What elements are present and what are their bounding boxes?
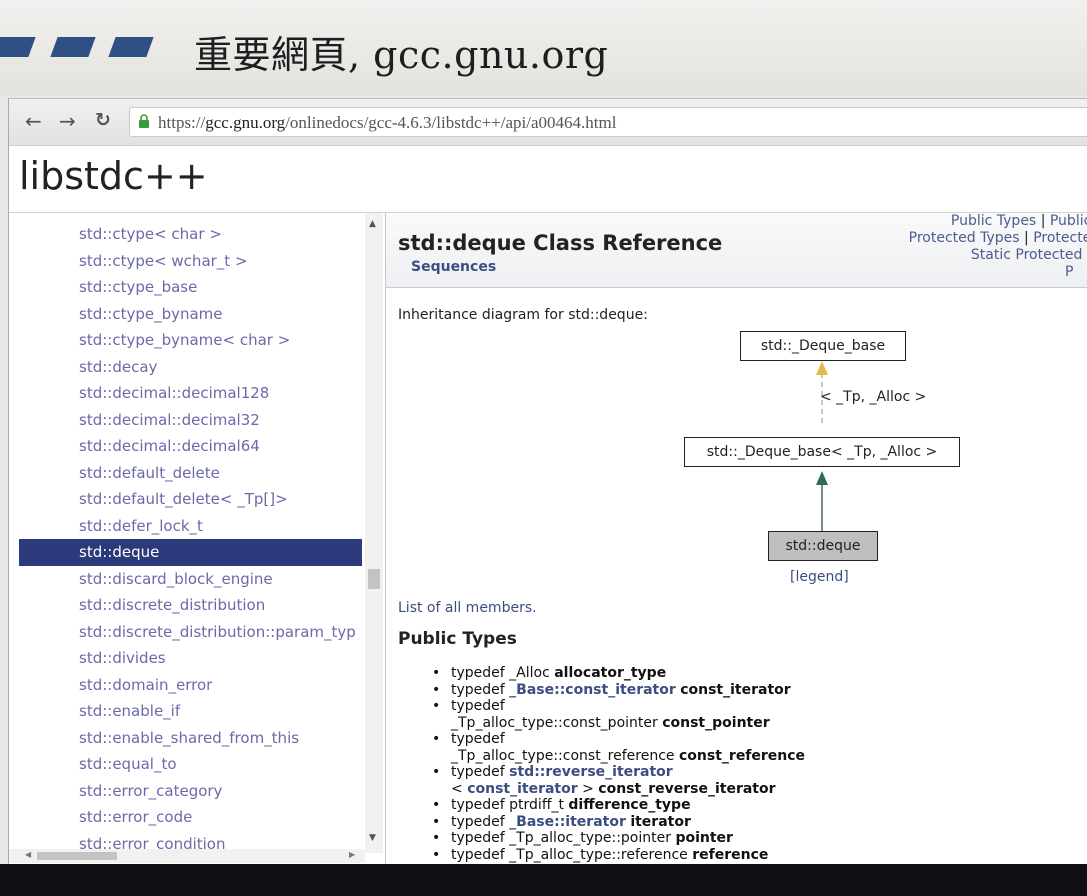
typedef-prefix: typedef ptrdiff_t [451, 797, 569, 813]
slide-header: 重要網頁, gcc.gnu.org [0, 0, 1087, 96]
sidebar-item[interactable]: std::enable_if [9, 698, 369, 725]
url-text: https://gcc.gnu.org/onlinedocs/gcc-4.6.3… [158, 113, 616, 133]
sidebar-item[interactable]: std::error_category [9, 778, 369, 805]
url-host: gcc.gnu.org [205, 113, 286, 132]
list-item: typedef std::reverse_iterator< const_ite… [426, 764, 1076, 797]
horizontal-scrollbar[interactable]: ◀ ▶ [9, 849, 365, 863]
url-path: /onlinedocs/gcc-4.6.3/libstdc++/api/a004… [285, 113, 617, 132]
sidebar-item[interactable]: std::default_delete< _Tp[]> [9, 486, 369, 513]
sidebar-item[interactable]: std::discrete_distribution [9, 592, 369, 619]
list-item: typedef _Tp_alloc_type::pointer pointer [426, 830, 1076, 847]
template-arrowhead [816, 361, 828, 375]
member-name[interactable]: iterator [630, 814, 691, 830]
url-scheme: https:// [158, 113, 206, 132]
member-name[interactable]: const_reverse_iterator [598, 781, 775, 797]
decorative-bar [108, 37, 154, 57]
slide-title: 重要網頁, gcc.gnu.org [194, 33, 609, 77]
type-ref-link[interactable]: std::reverse_iterator [509, 764, 673, 780]
typedef-prefix: typedef [451, 681, 510, 698]
class-index-sidebar: std::ctype< char > std::ctype< wchar_t > s… [9, 213, 386, 865]
inherit-arrowhead [816, 471, 828, 485]
forward-arrow-icon[interactable]: → [59, 109, 76, 133]
address-bar[interactable]: https://gcc.gnu.org/onlinedocs/gcc-4.6.3… [129, 107, 1087, 137]
sidebar-item[interactable]: std::decimal::decimal64 [9, 433, 369, 460]
typedef-prefix: typedef [451, 731, 505, 747]
member-name[interactable]: allocator_type [554, 665, 666, 681]
diagram-node-deque[interactable]: std::deque [768, 531, 878, 561]
member-name[interactable]: pointer [675, 830, 733, 846]
typedef-suffix: > [577, 780, 599, 797]
site-banner: libstdc++ [9, 146, 1087, 213]
sidebar-item[interactable]: std::error_code [9, 804, 369, 831]
legend-link[interactable]: [legend] [790, 569, 849, 585]
list-item: typedef _Base::iterator iterator [426, 814, 1076, 831]
member-name[interactable]: const_iterator [680, 682, 790, 698]
sidebar-item[interactable]: std::deque [19, 539, 362, 566]
template-arguments-label: < _Tp, _Alloc > [820, 389, 927, 405]
all-members-link[interactable]: List of all members. [398, 600, 537, 616]
sidebar-item[interactable]: std::domain_error [9, 672, 369, 699]
typedef-prefix: typedef _Alloc [451, 665, 555, 681]
scrollbar-thumb[interactable] [368, 569, 380, 589]
member-name[interactable]: const_reference [679, 748, 805, 764]
sidebar-item[interactable]: std::default_delete [9, 460, 369, 487]
sidebar-item[interactable]: std::discrete_distribution::param_typ [9, 619, 369, 646]
diagram-node-deque-base-instantiated[interactable]: std::_Deque_base< _Tp, _Alloc > [684, 437, 960, 467]
member-name[interactable]: reference [692, 847, 768, 863]
public-types-list: typedef _Alloc allocator_typetypedef _Ba… [426, 665, 1076, 863]
member-name[interactable]: difference_type [568, 797, 690, 813]
vertical-scrollbar[interactable]: ▲ ▼ [365, 213, 383, 853]
sidebar-item[interactable]: std::ctype_byname< char > [9, 327, 369, 354]
sidebar-item[interactable]: std::ctype_byname [9, 301, 369, 328]
list-item: typedef_Tp_alloc_type::const_reference c… [426, 731, 1076, 764]
list-item: typedef _Base::const_iterator const_iter… [426, 682, 1076, 699]
sidebar-item[interactable]: std::decimal::decimal32 [9, 407, 369, 434]
typedef-prefix: typedef [451, 698, 505, 714]
list-item: typedef _Tp_alloc_type::reference refere… [426, 847, 1076, 864]
typedef-base: _Tp_alloc_type::const_pointer [451, 714, 663, 731]
sidebar-item[interactable]: std::divides [9, 645, 369, 672]
reload-icon[interactable]: ↻ [95, 109, 111, 131]
inheritance-diagram-arrows [816, 361, 828, 531]
main-content: std::deque Class Reference Sequences Pub… [386, 213, 1087, 865]
sidebar-list: std::ctype< char > std::ctype< wchar_t > s… [9, 221, 369, 857]
typedef-prefix: typedef _Tp_alloc_type::reference [451, 846, 693, 863]
sidebar-item[interactable]: std::ctype< char > [9, 221, 369, 248]
typedef-prefix: typedef [451, 764, 510, 780]
browser-window: ← → ↻ https://gcc.gnu.org/onlinedocs/gcc… [8, 98, 1087, 865]
public-types-heading: Public Types [398, 629, 517, 649]
member-name[interactable]: const_pointer [662, 715, 769, 731]
type-ref-link[interactable]: _Base::const_iterator [509, 682, 676, 698]
sidebar-item[interactable]: std::ctype_base [9, 274, 369, 301]
list-item: typedef _Alloc allocator_type [426, 665, 1076, 682]
type-ref-link[interactable]: const_iterator [467, 781, 577, 797]
typedef-base: _Tp_alloc_type::const_reference [451, 747, 679, 764]
back-arrow-icon[interactable]: ← [25, 109, 42, 133]
scroll-right-icon[interactable]: ▶ [349, 850, 355, 859]
diagram-node-deque-base[interactable]: std::_Deque_base [740, 331, 906, 361]
sidebar-item[interactable]: std::ctype< wchar_t > [9, 248, 369, 275]
scroll-up-icon[interactable]: ▲ [369, 219, 376, 229]
sidebar-item[interactable]: std::decimal::decimal128 [9, 380, 369, 407]
typedef-base: < [451, 780, 468, 797]
sidebar-item[interactable]: std::equal_to [9, 751, 369, 778]
sidebar-item[interactable]: std::enable_shared_from_this [9, 725, 369, 752]
scroll-down-icon[interactable]: ▼ [369, 833, 376, 843]
typedef-prefix: typedef [451, 813, 510, 830]
type-ref-link[interactable]: _Base::iterator [509, 814, 626, 830]
decorative-bar [50, 37, 96, 57]
sidebar-item[interactable]: std::defer_lock_t [9, 513, 369, 540]
list-item: typedef_Tp_alloc_type::const_pointer con… [426, 698, 1076, 731]
lock-icon [139, 114, 149, 128]
typedef-prefix: typedef _Tp_alloc_type::pointer [451, 830, 676, 846]
scrollbar-thumb[interactable] [37, 852, 117, 860]
screen-bottom-band [0, 864, 1087, 896]
sidebar-item[interactable]: std::decay [9, 354, 369, 381]
site-title[interactable]: libstdc++ [19, 154, 208, 198]
browser-toolbar: ← → ↻ https://gcc.gnu.org/onlinedocs/gcc… [9, 99, 1087, 146]
list-item: typedef ptrdiff_t difference_type [426, 797, 1076, 814]
scroll-left-icon[interactable]: ◀ [25, 850, 31, 859]
sidebar-item[interactable]: std::discard_block_engine [9, 566, 369, 593]
decorative-bar [0, 37, 36, 57]
